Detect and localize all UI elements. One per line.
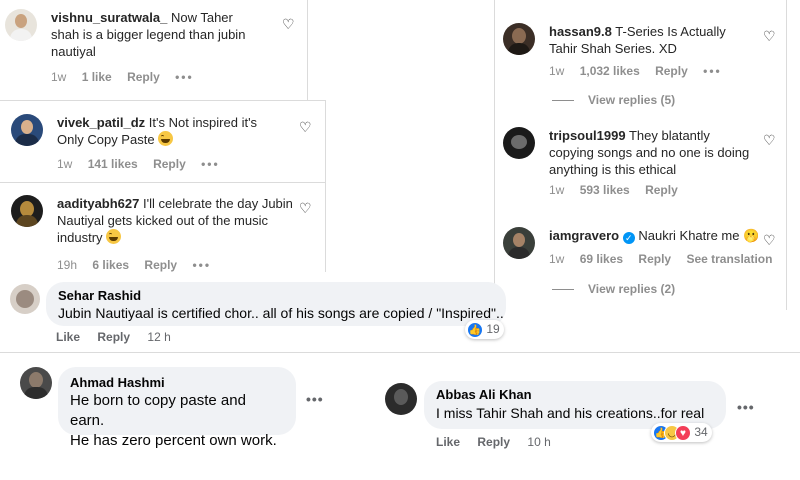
see-translation-button[interactable]: See translation (686, 252, 772, 266)
comment-username[interactable]: aadityabh627 (57, 196, 139, 211)
comment-time: 1w (57, 157, 73, 171)
like-count[interactable]: 6 likes (92, 258, 129, 272)
more-options-icon[interactable]: ••• (192, 258, 211, 272)
verified-badge-icon: ✓ (622, 232, 635, 244)
commenter-name[interactable]: Sehar Rashid (58, 288, 494, 304)
reply-button[interactable]: Reply (153, 157, 186, 171)
tile-divider-vertical-1 (307, 0, 308, 100)
like-button[interactable]: Like (56, 330, 80, 344)
view-replies-button[interactable]: View replies (5) (552, 93, 675, 107)
comment-username[interactable]: vivek_patil_dz (57, 115, 145, 130)
comment-bubble: Sehar Rashid Jubin Nautiyaal is certifie… (46, 282, 506, 326)
comment-username[interactable]: vishnu_suratwala_ (51, 10, 167, 25)
comment-time: 1w (549, 252, 565, 266)
reaction-count: 34 (694, 425, 708, 439)
comment-aaditya: aadityabh627 I'll celebrate the day Jubi… (11, 195, 321, 275)
comment-actions: Like Reply 12 h (56, 330, 171, 344)
comment-tripsoul: tripsoul1999 They blatantly copying song… (503, 127, 783, 207)
comment-vishnu: vishnu_suratwala_ Now Taher shah is a bi… (5, 9, 305, 89)
comment-abbas-ali-khan: Abbas Ali Khan I miss Tahir Shah and his… (385, 381, 765, 453)
comment-time: 1w (549, 183, 565, 197)
tile-divider-horizontal-3 (0, 352, 800, 353)
comment-text-line-1: He born to copy paste and earn. (70, 392, 246, 429)
like-count[interactable]: 1 like (82, 70, 112, 84)
tile-divider-vertical-4 (786, 0, 787, 310)
comment-time: 1w (549, 64, 565, 78)
comment-bubble: Abbas Ali Khan I miss Tahir Shah and his… (424, 381, 726, 429)
comment-text: Naukri Khatre me 🫢 (638, 228, 760, 243)
heart-icon[interactable]: ♡ (763, 133, 777, 147)
comment-meta: 1w 593 likes Reply (549, 182, 690, 199)
comment-meta: 1w 141 likes Reply ••• (57, 156, 232, 173)
comment-time: 1w (51, 70, 67, 84)
reply-button[interactable]: Reply (645, 183, 678, 197)
reply-button[interactable]: Reply (477, 435, 510, 449)
tile-divider-horizontal-1 (0, 100, 326, 101)
love-reaction-icon: ♥ (675, 424, 691, 441)
comment-actions: Like Reply 10 h (436, 435, 551, 449)
like-count[interactable]: 69 likes (580, 252, 623, 266)
like-count[interactable]: 1,032 likes (580, 64, 640, 78)
comment-time[interactable]: 10 h (527, 435, 550, 449)
comment-sehar-rashid: Sehar Rashid Jubin Nautiyaal is certifie… (10, 282, 510, 348)
comment-time[interactable]: 12 h (147, 330, 170, 344)
reaction-summary[interactable]: 👍◡ ♥ 34 (651, 423, 712, 442)
comment-text-line-2: He has zero percent own work. (70, 432, 277, 449)
laughing-emoji-icon (106, 229, 122, 244)
heart-icon[interactable]: ♡ (299, 120, 313, 134)
comment-meta: 19h 6 likes Reply ••• (57, 257, 223, 274)
comment-ahmad-hashmi: Ahmad Hashmi He born to copy paste and e… (20, 367, 340, 449)
comment-bubble: Ahmad Hashmi He born to copy paste and e… (58, 367, 296, 449)
like-reaction-icon: 👍 (467, 321, 483, 338)
reaction-count: 19 (486, 322, 500, 336)
like-button[interactable]: Like (436, 435, 460, 449)
more-options-icon[interactable]: ••• (306, 391, 324, 407)
reply-button[interactable]: Reply (655, 64, 688, 78)
comment-iamgravero: iamgravero ✓ Naukri Khatre me 🫢 ♡ 1w 69 … (503, 227, 783, 272)
like-count[interactable]: 141 likes (88, 157, 138, 171)
reaction-summary[interactable]: 👍 19 (465, 320, 504, 339)
tile-divider-vertical-3 (494, 0, 495, 310)
comment-vivek: vivek_patil_dz It's Not inspired it's On… (11, 114, 321, 174)
view-replies-button[interactable]: View replies (2) (552, 282, 675, 296)
reply-button[interactable]: Reply (638, 252, 671, 266)
more-options-icon[interactable]: ••• (201, 157, 220, 171)
avatar[interactable] (5, 9, 37, 41)
comment-meta: 1w 1,032 likes Reply ••• (549, 63, 734, 80)
commenter-name[interactable]: Abbas Ali Khan (436, 387, 714, 403)
avatar[interactable] (20, 367, 52, 399)
avatar[interactable] (11, 195, 43, 227)
comment-meta: 1w 69 likes Reply See translation (549, 251, 772, 268)
heart-icon[interactable]: ♡ (763, 233, 777, 247)
comment-text: I miss Tahir Shah and his creations..for… (436, 405, 705, 421)
avatar[interactable] (10, 284, 40, 314)
heart-icon[interactable]: ♡ (299, 201, 313, 215)
laughing-emoji-icon (158, 131, 174, 146)
commenter-name[interactable]: Ahmad Hashmi (70, 375, 284, 391)
comment-text: Jubin Nautiyaal is certified chor.. all … (58, 305, 504, 321)
avatar[interactable] (11, 114, 43, 146)
avatar[interactable] (503, 227, 535, 259)
comment-username[interactable]: tripsoul1999 (549, 128, 626, 143)
comment-time: 19h (57, 258, 78, 272)
tile-divider-horizontal-2 (0, 182, 326, 183)
reply-button[interactable]: Reply (144, 258, 177, 272)
heart-icon[interactable]: ♡ (282, 17, 296, 31)
heart-icon[interactable]: ♡ (763, 29, 777, 43)
avatar[interactable] (503, 23, 535, 55)
more-options-icon[interactable]: ••• (175, 70, 194, 84)
avatar[interactable] (503, 127, 535, 159)
avatar[interactable] (385, 383, 417, 415)
comment-meta: 1w 1 like Reply ••• (51, 69, 206, 86)
comment-username[interactable]: hassan9.8 (549, 24, 612, 39)
reply-button[interactable]: Reply (97, 330, 130, 344)
reply-button[interactable]: Reply (127, 70, 160, 84)
comment-username[interactable]: iamgravero (549, 228, 619, 243)
tile-divider-vertical-2 (325, 100, 326, 272)
more-options-icon[interactable]: ••• (737, 399, 755, 415)
like-count[interactable]: 593 likes (580, 183, 630, 197)
more-options-icon[interactable]: ••• (703, 64, 722, 78)
